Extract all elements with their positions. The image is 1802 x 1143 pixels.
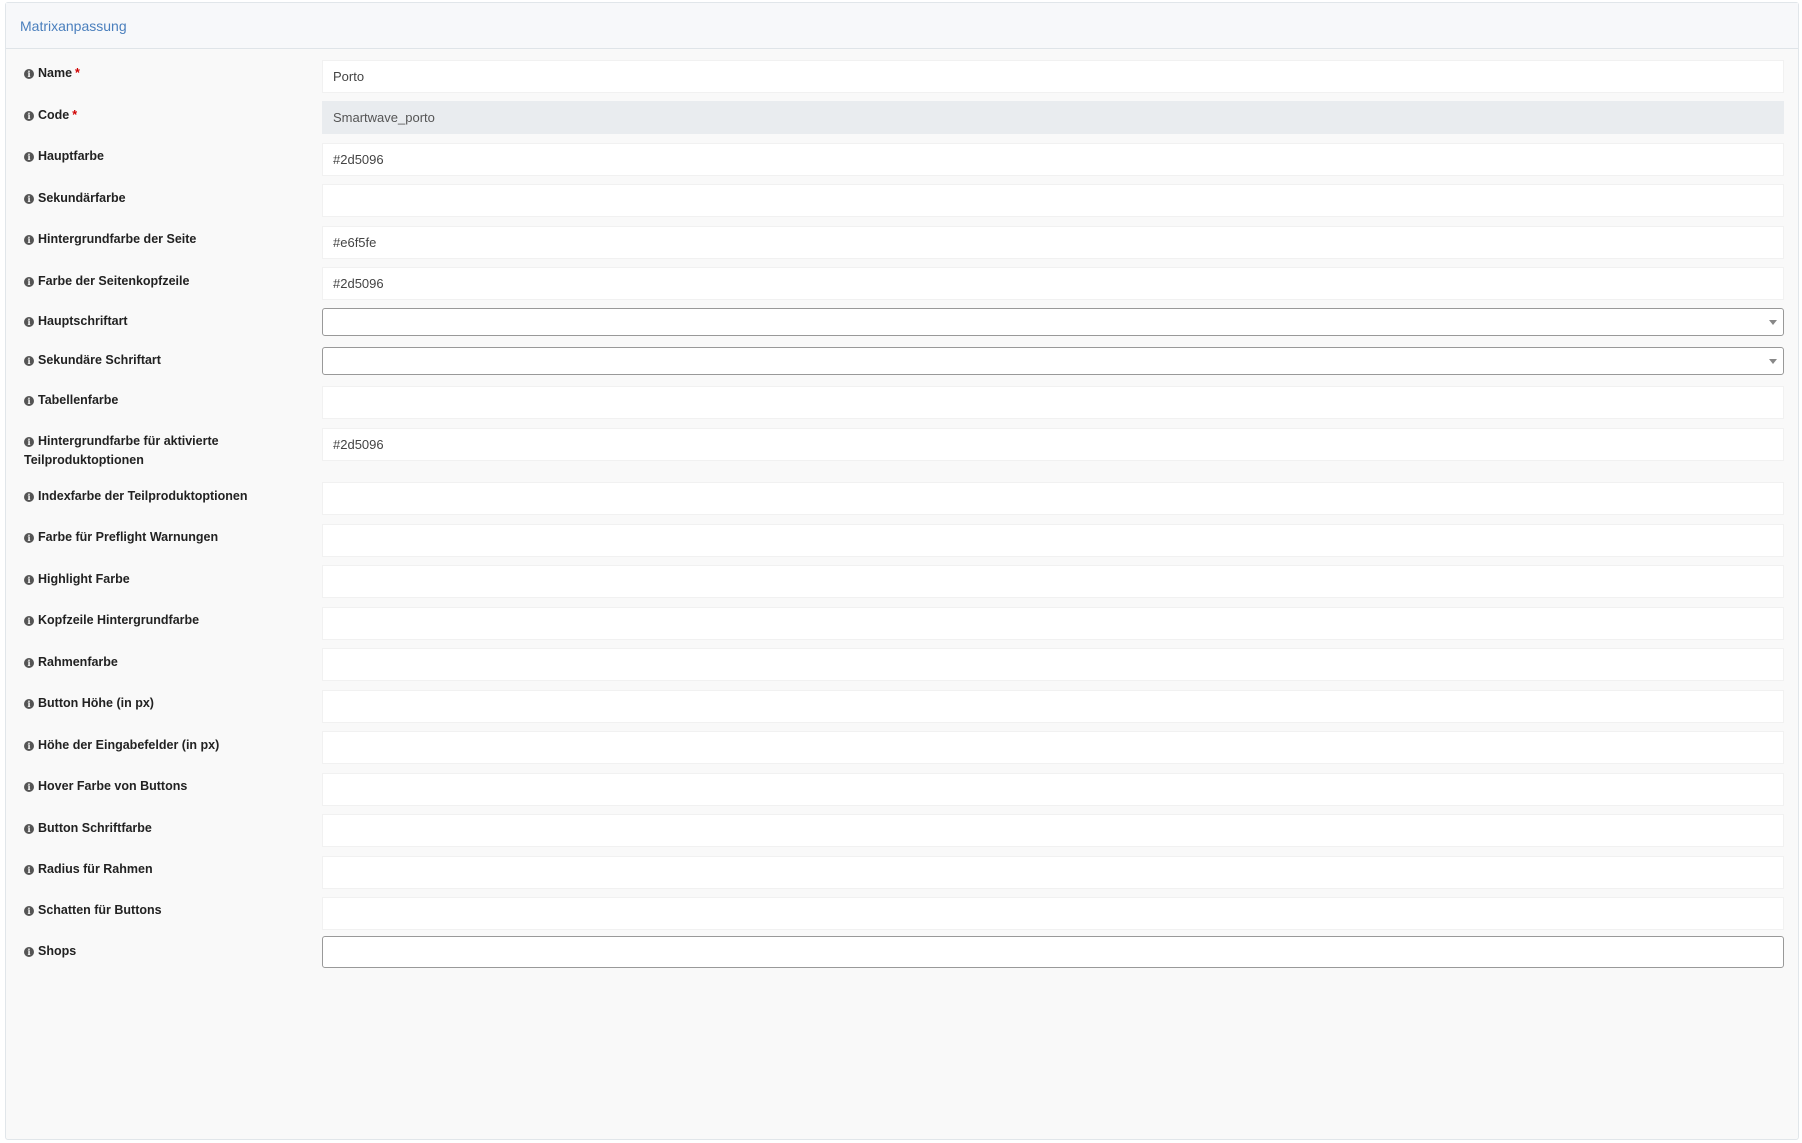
label-header-background-color: i Kopfzeile Hintergrundfarbe xyxy=(24,611,284,630)
label-button-height: i Button Höhe (in px) xyxy=(24,694,284,713)
info-icon[interactable]: i xyxy=(24,356,34,366)
info-icon[interactable]: i xyxy=(24,658,34,668)
border-color-input[interactable] xyxy=(322,648,1784,681)
info-icon[interactable]: i xyxy=(24,947,34,957)
code-input: Smartwave_porto xyxy=(322,101,1784,134)
label-page-header-color: i Farbe der Seitenkopfzeile xyxy=(24,272,284,291)
suboption-index-color-input[interactable] xyxy=(322,482,1784,515)
info-icon[interactable]: i xyxy=(24,277,34,287)
info-icon[interactable]: i xyxy=(24,782,34,792)
info-icon[interactable]: i xyxy=(24,533,34,543)
info-icon[interactable]: i xyxy=(24,865,34,875)
main-color-input[interactable]: #2d5096 xyxy=(322,143,1784,176)
info-icon[interactable]: i xyxy=(24,575,34,585)
button-font-color-input[interactable] xyxy=(322,814,1784,847)
label-input-height: i Höhe der Eingabefelder (in px) xyxy=(24,736,284,755)
label-border-color: i Rahmenfarbe xyxy=(24,653,284,672)
button-height-input[interactable] xyxy=(322,690,1784,723)
label-secondary-font: i Sekundäre Schriftart xyxy=(24,351,284,370)
info-icon[interactable]: i xyxy=(24,69,34,79)
label-code: i Code * xyxy=(24,106,284,125)
button-hover-color-input[interactable] xyxy=(322,773,1784,806)
info-icon[interactable]: i xyxy=(24,317,34,327)
required-marker: * xyxy=(75,66,80,80)
page-header-color-input[interactable]: #2d5096 xyxy=(322,267,1784,300)
info-icon[interactable]: i xyxy=(24,152,34,162)
caret-down-icon xyxy=(1769,359,1777,364)
header-background-color-input[interactable] xyxy=(322,607,1784,640)
info-icon[interactable]: i xyxy=(24,741,34,751)
page-background-color-input[interactable]: #e6f5fe xyxy=(322,226,1784,259)
info-icon[interactable]: i xyxy=(24,437,34,447)
label-border-radius: i Radius für Rahmen xyxy=(24,860,284,879)
info-icon[interactable]: i xyxy=(24,616,34,626)
label-highlight-color: i Highlight Farbe xyxy=(24,570,284,589)
label-button-hover-color: i Hover Farbe von Buttons xyxy=(24,777,284,796)
info-icon[interactable]: i xyxy=(24,111,34,121)
preflight-warning-color-input[interactable] xyxy=(322,524,1784,557)
secondary-font-select[interactable] xyxy=(322,347,1784,375)
label-active-suboption-background-color: i Hintergrundfarbe für aktivierte Teilprod… xyxy=(24,434,219,467)
info-icon[interactable]: i xyxy=(24,699,34,709)
name-input[interactable]: Porto xyxy=(322,60,1784,93)
table-color-input[interactable] xyxy=(322,386,1784,419)
main-font-select[interactable] xyxy=(322,308,1784,336)
label-main-font: i Hauptschriftart xyxy=(24,312,284,331)
info-icon[interactable]: i xyxy=(24,492,34,502)
caret-down-icon xyxy=(1769,320,1777,325)
shops-multiselect[interactable] xyxy=(322,936,1784,968)
highlight-color-input[interactable] xyxy=(322,565,1784,598)
panel-heading: Matrixanpassung xyxy=(6,3,1798,49)
label-page-background-color: i Hintergrundfarbe der Seite xyxy=(24,230,284,249)
info-icon[interactable]: i xyxy=(24,194,34,204)
label-shops: i Shops xyxy=(24,942,284,961)
info-icon[interactable]: i xyxy=(24,396,34,406)
input-height-input[interactable] xyxy=(322,731,1784,764)
required-marker: * xyxy=(72,108,78,122)
label-suboption-index-color: i Indexfarbe der Teilproduktoptionen xyxy=(24,487,284,506)
label-name: i Name * xyxy=(24,64,284,83)
info-icon[interactable]: i xyxy=(24,235,34,245)
info-icon[interactable]: i xyxy=(24,824,34,834)
customization-panel: Matrixanpassung i Name * Porto i Code * Smar… xyxy=(5,2,1799,1140)
label-table-color: i Tabellenfarbe xyxy=(24,391,284,410)
panel-title: Matrixanpassung xyxy=(20,17,127,34)
label-button-font-color: i Button Schriftfarbe xyxy=(24,819,284,838)
button-shadow-input[interactable] xyxy=(322,897,1784,930)
active-suboption-background-color-input[interactable]: #2d5096 xyxy=(322,428,1784,461)
border-radius-input[interactable] xyxy=(322,856,1784,889)
secondary-color-input[interactable] xyxy=(322,184,1784,217)
info-icon[interactable]: i xyxy=(24,906,34,916)
label-secondary-color: i Sekundärfarbe xyxy=(24,189,284,208)
label-button-shadow: i Schatten für Buttons xyxy=(24,901,284,920)
label-preflight-warning-color: i Farbe für Preflight Warnungen xyxy=(24,528,284,547)
label-main-color: i Hauptfarbe xyxy=(24,147,284,166)
